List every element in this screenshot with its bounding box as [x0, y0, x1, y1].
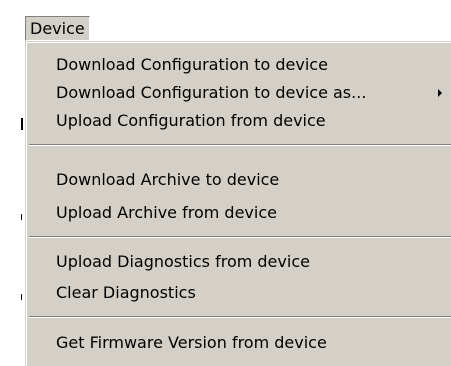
menu-item-label: Upload Configuration from device: [56, 111, 326, 130]
menu-device-label: Device: [30, 19, 85, 38]
menu-item-label: Upload Archive from device: [56, 203, 277, 222]
menu-device[interactable]: Device: [25, 16, 90, 41]
menu-item-download-configuration-as[interactable]: Download Configuration to device as...: [27, 79, 451, 107]
menu-separator: [29, 236, 451, 238]
menu-item-upload-diagnostics[interactable]: Upload Diagnostics from device: [27, 248, 451, 276]
menu-item-label: Download Archive to device: [56, 170, 280, 189]
menu-item-upload-archive[interactable]: Upload Archive from device: [27, 199, 451, 227]
background-window-fragment: [21, 294, 22, 300]
menu-item-upload-configuration[interactable]: Upload Configuration from device: [27, 107, 451, 135]
background-window-fragment: [21, 118, 23, 130]
menu-item-label: Clear Diagnostics: [56, 283, 196, 302]
menu-item-label: Upload Diagnostics from device: [56, 252, 310, 271]
menu-item-get-firmware-version[interactable]: Get Firmware Version from device: [27, 329, 451, 357]
menu-item-clear-diagnostics[interactable]: Clear Diagnostics: [27, 279, 451, 307]
menu-item-download-archive[interactable]: Download Archive to device: [27, 166, 451, 194]
menu-item-label: Download Configuration to device as...: [56, 83, 367, 102]
submenu-arrow-icon: [438, 89, 442, 97]
background-window-fragment: [21, 214, 22, 220]
menu-item-label: Get Firmware Version from device: [56, 333, 327, 352]
menu-item-download-configuration[interactable]: Download Configuration to device: [27, 51, 451, 79]
menu-separator: [29, 144, 451, 146]
menu-separator: [29, 316, 451, 318]
device-dropdown-menu: Download Configuration to device Downloa…: [25, 41, 451, 366]
menu-item-label: Download Configuration to device: [56, 55, 328, 74]
